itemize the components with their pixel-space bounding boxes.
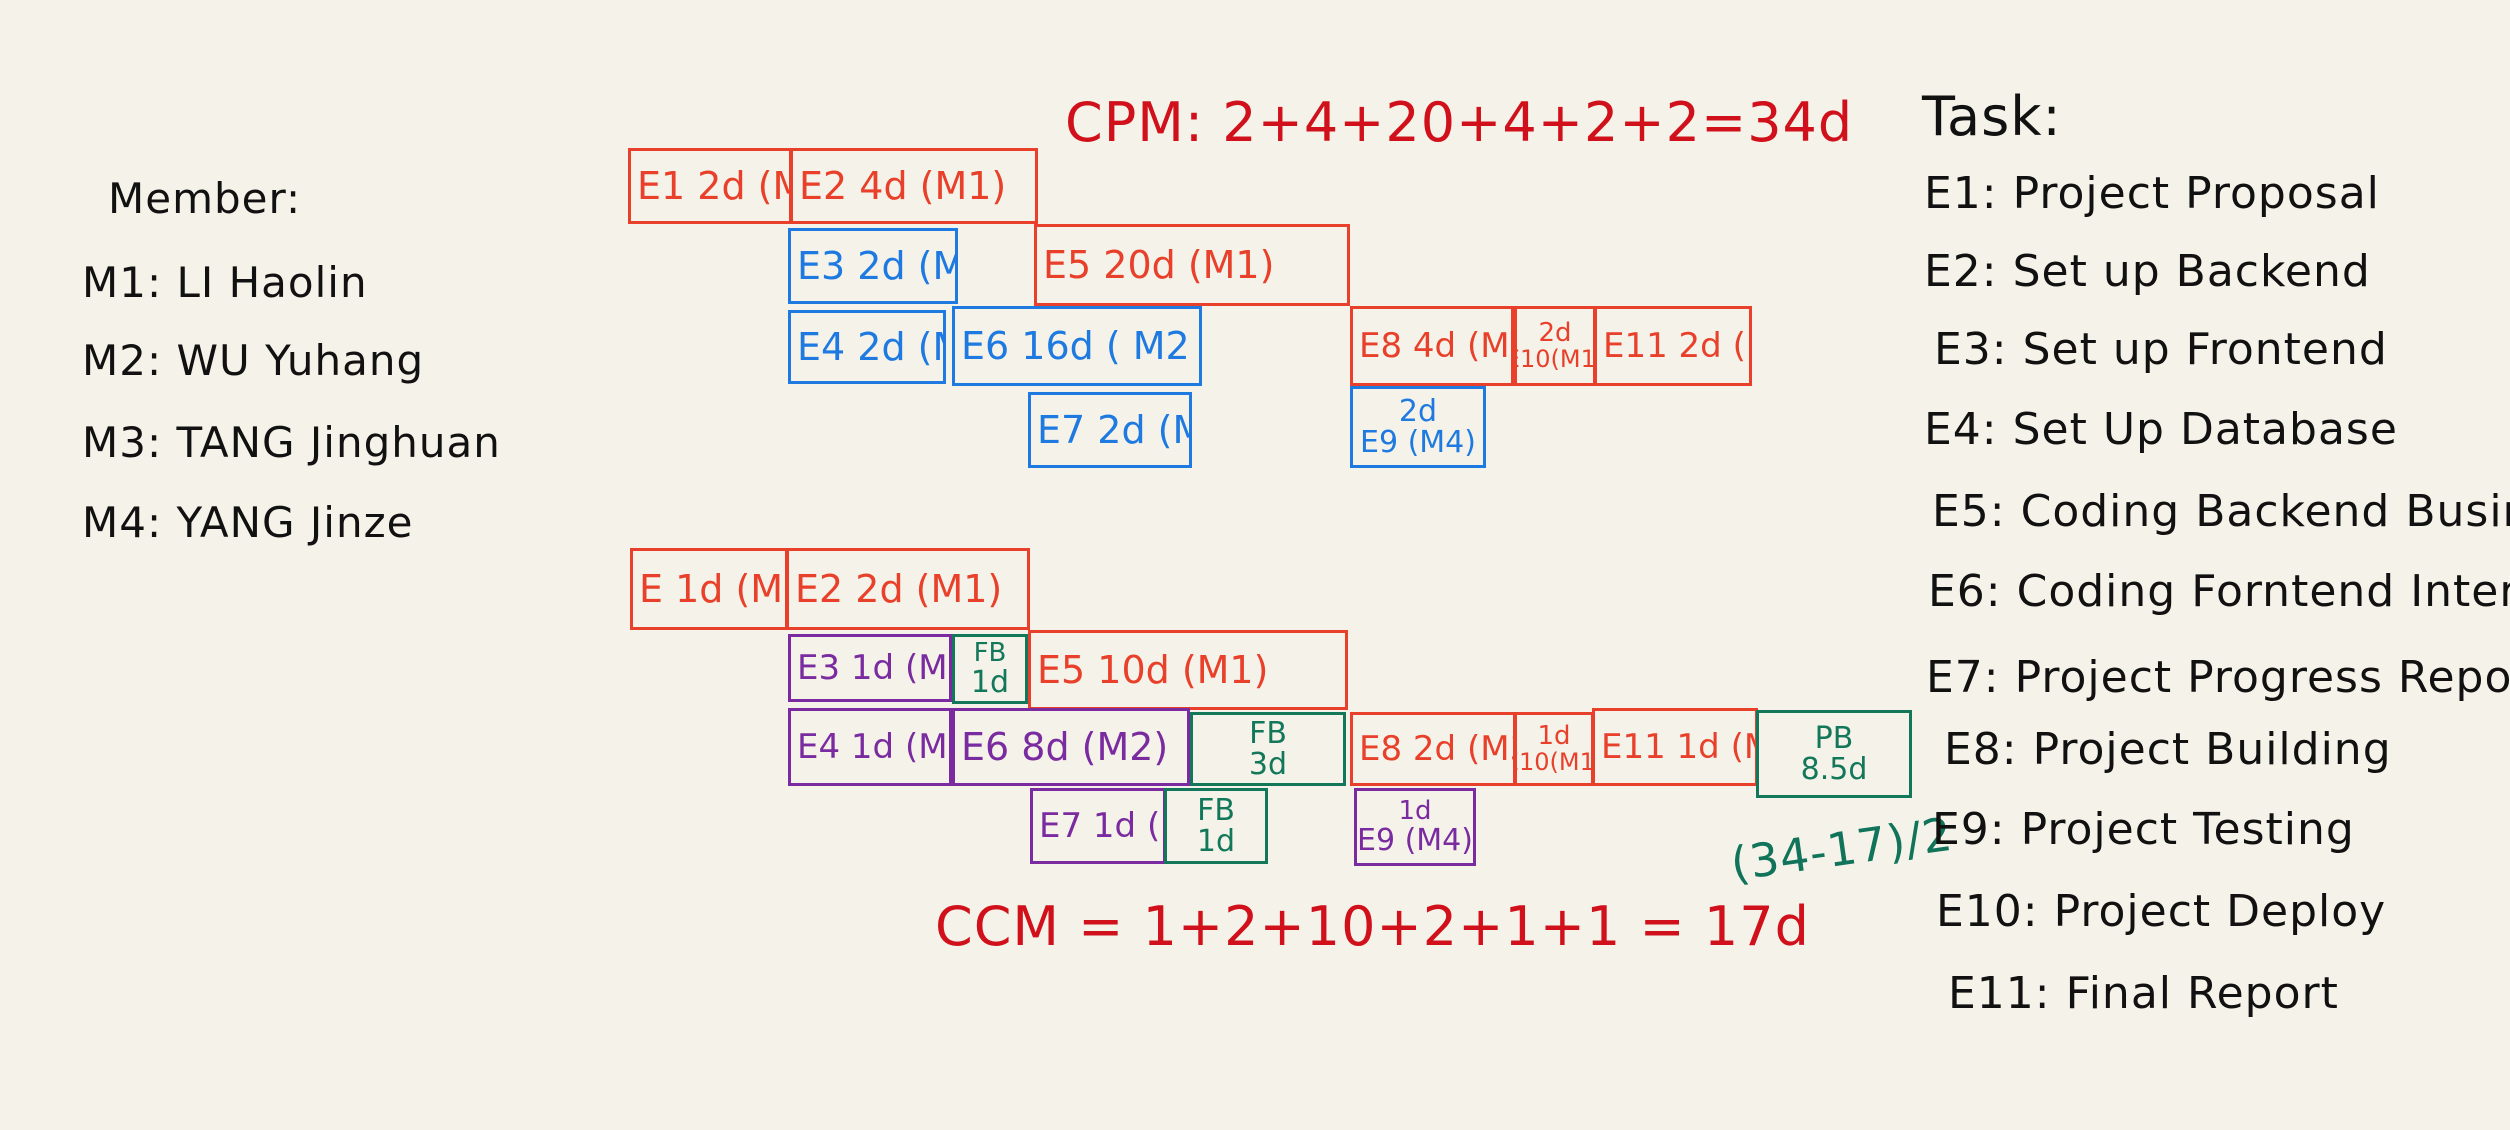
member-m3: M3: TANG Jinghuan bbox=[82, 418, 501, 467]
ccm-e5-label: E5 10d (M1) bbox=[1037, 648, 1269, 692]
ccm-e7-label: E7 1d (M3) bbox=[1039, 806, 1163, 846]
cpm-e9-box: 2d E9 (M4) bbox=[1350, 386, 1486, 468]
cpm-e4-box: E4 2d (M4) bbox=[788, 310, 946, 384]
ccm-e9-duration: 1d bbox=[1398, 795, 1432, 826]
ccm-e4-box: E4 1d (M4) bbox=[788, 708, 952, 786]
ccm-fb2-duration: 3d bbox=[1248, 747, 1288, 782]
cpm-e9-label: E9 (M4) bbox=[1360, 425, 1476, 460]
task-e8: E8: Project Building bbox=[1944, 724, 2392, 775]
ccm-e10-duration: 1d bbox=[1537, 720, 1571, 751]
task-e6: E6: Coding Forntend Interface bbox=[1928, 566, 2510, 617]
cpm-e10-duration: 2d bbox=[1538, 317, 1572, 348]
task-e9: E9: Project Testing bbox=[1932, 804, 2355, 855]
ccm-e7-box: E7 1d (M3) bbox=[1030, 788, 1166, 864]
ccm-e6-label: E6 8d (M2) bbox=[961, 725, 1169, 769]
ccm-e3-box: E3 1d (M3) bbox=[788, 634, 952, 702]
cpm-e4-label: E4 2d (M4) bbox=[797, 325, 943, 369]
task-e5: E5: Coding Backend Business bbox=[1932, 486, 2510, 537]
cpm-e3-label: E3 2d (M2) bbox=[797, 244, 955, 288]
ccm-fb2-box: FB 3d bbox=[1190, 712, 1346, 786]
ccm-e2-box: E2 2d (M1) bbox=[786, 548, 1030, 630]
ccm-e8-label: E8 2d (M3) bbox=[1359, 729, 1513, 769]
tasks-title: Task: bbox=[1922, 85, 2062, 148]
cpm-e5-box: E5 20d (M1) bbox=[1034, 224, 1350, 306]
cpm-e6-box: E6 16d ( M2 ) bbox=[952, 306, 1202, 386]
ccm-fb3-title: FB bbox=[1197, 792, 1235, 828]
cpm-e10-box: 2dE10(M1) bbox=[1514, 306, 1596, 386]
task-e10: E10: Project Deploy bbox=[1936, 886, 2387, 937]
ccm-fb3-box: FB 1d bbox=[1164, 788, 1268, 864]
ccm-pb-title: PB bbox=[1814, 720, 1854, 756]
task-e11: E11: Final Report bbox=[1948, 968, 2339, 1019]
buffer-calc-note: (34-17)/2 bbox=[1727, 806, 1956, 892]
ccm-e2-label: E2 2d (M1) bbox=[795, 567, 1003, 611]
cpm-e11-label: E11 2d (M1) bbox=[1603, 326, 1749, 366]
ccm-pb-duration: 8.5d bbox=[1800, 752, 1868, 787]
ccm-e10-label: E10(M1) bbox=[1517, 748, 1594, 777]
cpm-e6-label: E6 16d ( M2 ) bbox=[961, 324, 1202, 368]
ccm-fb1-box: FB 1d bbox=[952, 634, 1028, 704]
ccm-formula: CCM = 1+2+10+2+1+1 = 17d bbox=[935, 895, 1810, 958]
cpm-e3-box: E3 2d (M2) bbox=[788, 228, 958, 304]
ccm-e5-box: E5 10d (M1) bbox=[1028, 630, 1348, 710]
ccm-e6-box: E6 8d (M2) bbox=[952, 708, 1190, 786]
cpm-e8-box: E8 4d (M3) bbox=[1350, 306, 1514, 386]
cpm-e8-label: E8 4d (M3) bbox=[1359, 326, 1511, 366]
ccm-fb1-title: FB bbox=[973, 637, 1007, 668]
ccm-fb2-title: FB bbox=[1249, 715, 1287, 751]
ccm-e8-box: E8 2d (M3) bbox=[1350, 712, 1516, 786]
cpm-e1-box: E1 2d (M4) bbox=[628, 148, 792, 224]
ccm-fb3-duration: 1d bbox=[1196, 824, 1236, 859]
cpm-e2-label: E2 4d (M1) bbox=[799, 164, 1007, 208]
ccm-e11-box: E11 1d (M1) bbox=[1592, 708, 1758, 786]
cpm-e11-box: E11 2d (M1) bbox=[1594, 306, 1752, 386]
member-m1: M1: LI Haolin bbox=[82, 258, 368, 307]
cpm-formula: CPM: 2+4+20+4+2+2=34d bbox=[1065, 91, 1854, 154]
ccm-e1-box: E 1d (M4) bbox=[630, 548, 788, 630]
cpm-e10-label: E10(M1) bbox=[1517, 345, 1596, 374]
ccm-e9-box: 1d E9 (M4) bbox=[1354, 788, 1476, 866]
ccm-e1-label: E 1d (M4) bbox=[639, 567, 785, 611]
ccm-e3-label: E3 1d (M3) bbox=[797, 648, 949, 688]
task-e3: E3: Set up Frontend bbox=[1934, 324, 2388, 375]
ccm-pb-box: PB 8.5d bbox=[1756, 710, 1912, 798]
cpm-e7-label: E7 2d (M3) bbox=[1037, 408, 1189, 452]
cpm-e5-label: E5 20d (M1) bbox=[1043, 243, 1275, 287]
member-m2: M2: WU Yuhang bbox=[82, 336, 425, 385]
ccm-e9-label: E9 (M4) bbox=[1357, 822, 1473, 858]
member-m4: M4: YANG Jinze bbox=[82, 498, 414, 547]
cpm-e2-box: E2 4d (M1) bbox=[790, 148, 1038, 224]
ccm-fb1-duration: 1d bbox=[970, 664, 1010, 700]
task-e4: E4: Set Up Database bbox=[1924, 404, 2398, 455]
task-e7: E7: Project Progress Report bbox=[1926, 652, 2510, 703]
task-e2: E2: Set up Backend bbox=[1924, 246, 2371, 297]
cpm-e1-label: E1 2d (M4) bbox=[637, 164, 789, 208]
members-title: Member: bbox=[108, 174, 302, 223]
cpm-e7-box: E7 2d (M3) bbox=[1028, 392, 1192, 468]
cpm-e9-duration: 2d bbox=[1398, 393, 1438, 429]
ccm-e4-label: E4 1d (M4) bbox=[797, 727, 949, 767]
task-e1: E1: Project Proposal bbox=[1924, 168, 2380, 219]
ccm-e10-box: 1dE10(M1) bbox=[1514, 712, 1594, 786]
ccm-e11-label: E11 1d (M1) bbox=[1601, 727, 1755, 767]
